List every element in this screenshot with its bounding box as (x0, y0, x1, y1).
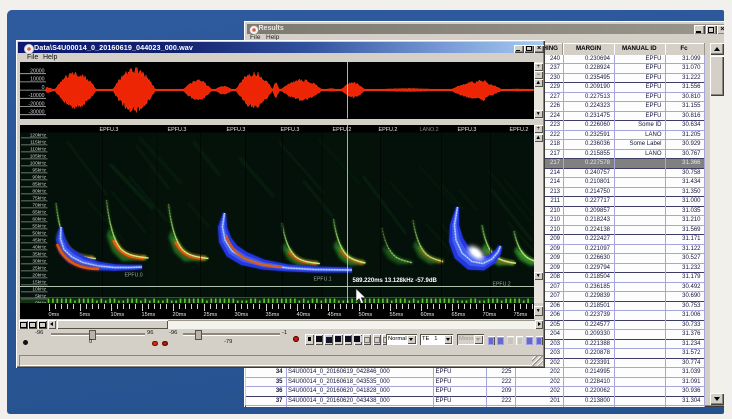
svg-text:EPFU.3: EPFU.3 (280, 127, 299, 133)
svg-text:589.220ms 13.128kHz -57.9dB: 589.220ms 13.128kHz -57.9dB (352, 277, 437, 283)
svg-text:EPFU.2: EPFU.2 (378, 127, 397, 133)
svg-text:EPFU.3: EPFU.3 (457, 127, 476, 133)
svg-text:EPFU.3: EPFU.3 (167, 127, 186, 133)
svg-text:EPFU.1: EPFU.1 (313, 276, 331, 282)
svg-text:EPFU.3: EPFU.3 (99, 127, 118, 133)
svg-text:EPFU.2: EPFU.2 (492, 281, 510, 287)
svg-text:EPFU.3: EPFU.3 (226, 127, 245, 133)
svg-text:LANO.2: LANO.2 (419, 127, 438, 133)
svg-text:EPFU.2: EPFU.2 (332, 127, 351, 133)
svg-text:EPFU.0: EPFU.0 (124, 272, 142, 278)
svg-text:EPFU.2: EPFU.2 (509, 127, 528, 133)
